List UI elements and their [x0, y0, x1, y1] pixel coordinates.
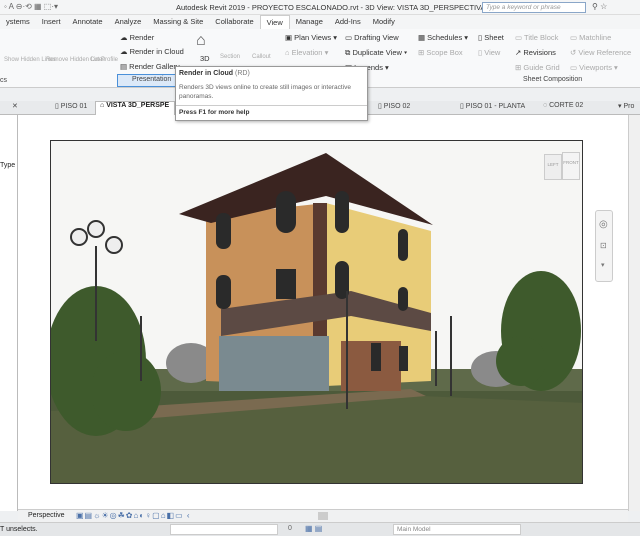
graphics-panel-label: cs — [0, 77, 7, 84]
presentation-panel-label: Presentation — [132, 76, 172, 83]
quick-access-toolbar[interactable]: ◦ A ⊖·⟲ ▦ ⬚·▾ — [4, 2, 58, 11]
tab-manage[interactable]: Manage — [290, 15, 329, 29]
viewports-button[interactable]: ▭ Viewports ▾ — [570, 63, 618, 72]
status-bar: T unselects. 0 ▦ ▤ Main Model — [0, 522, 640, 536]
render-in-cloud-tooltip: Render in Cloud (RD) Renders 3D views on… — [175, 66, 368, 121]
workset-dropdown[interactable] — [170, 524, 278, 535]
binoculars-icon[interactable]: ⚲ ☆ — [592, 2, 607, 11]
tooltip-title: Render in Cloud (RD) — [179, 70, 250, 77]
elevation-button[interactable]: ⌂ Elevation ▾ — [285, 48, 328, 57]
tab-piso-02[interactable]: ▯ PISO 02 — [378, 102, 410, 110]
viewcube[interactable]: LEFT FRONT — [540, 150, 584, 184]
view-reference-button[interactable]: ↺ View Reference — [570, 48, 631, 57]
guide-grid-button[interactable]: ⊞ Guide Grid — [515, 63, 560, 72]
plan-views-button[interactable]: ▣ Plan Views ▾ — [285, 33, 337, 42]
tab-annotate[interactable]: Annotate — [67, 15, 109, 29]
view-control-bar: Perspective ▣▤☼☀◎☘✿⌂◐♀▢⌂◧▭ ‹ — [18, 509, 628, 522]
editable-only-value: 0 — [288, 525, 292, 532]
tooltip-description: Renders 3D views online to create still … — [179, 84, 351, 100]
chevron-down-icon[interactable]: ▾ — [601, 261, 605, 269]
callout-button[interactable]: Callout — [252, 54, 271, 60]
tab-systems[interactable]: ystems — [0, 15, 36, 29]
scope-box-button[interactable]: ⊞ Scope Box — [418, 48, 463, 57]
properties-label: ▾ Pro — [618, 103, 635, 110]
rendered-house-scene — [50, 140, 583, 484]
search-input[interactable]: Type a keyword or phrase — [482, 2, 586, 13]
ribbon-tabs: ystems Insert Annotate Analyze Massing &… — [0, 15, 640, 29]
show-hidden-lines-button[interactable]: Show Hidden Lines — [4, 57, 56, 63]
window-title: Autodesk Revit 2019 - PROYECTO ESCALONAD… — [176, 3, 496, 12]
cut-profile-button[interactable]: Cut Profile — [90, 57, 118, 63]
tooltip-help: Press F1 for more help — [176, 105, 367, 119]
3d-view-button[interactable]: 3D — [200, 54, 210, 63]
tab-vista-3d-label: ⌂ VISTA 3D_PERSPE — [100, 102, 170, 109]
view-button[interactable]: ▯ View — [478, 48, 500, 57]
type-label: Type — [0, 162, 16, 169]
design-option-dropdown[interactable]: Main Model — [393, 524, 521, 535]
tab-analyze[interactable]: Analyze — [109, 15, 148, 29]
design-options-icon[interactable]: ▦ ▤ — [305, 524, 322, 533]
revisions-button[interactable]: ↗ Revisions — [515, 48, 556, 57]
tab-piso-01[interactable]: ▯ PISO 01 — [55, 102, 87, 110]
tab-piso-01-planta[interactable]: ▯ PISO 01 - PLANTA — [460, 102, 525, 110]
sheet-button[interactable]: ▯ Sheet — [478, 33, 504, 42]
render-button[interactable]: ☁ Render — [120, 33, 154, 42]
render-gallery-button[interactable]: ▤ Render Gallery — [120, 62, 180, 71]
duplicate-view-button[interactable]: ⧉ Duplicate View ▾ — [345, 48, 407, 58]
view-mode-label: Perspective — [28, 512, 65, 519]
drafting-view-button[interactable]: ▭ Drafting View — [345, 33, 399, 42]
section-button[interactable]: Section — [220, 54, 240, 60]
title-bar: ◦ A ⊖·⟲ ▦ ⬚·▾ Autodesk Revit 2019 - PROY… — [0, 0, 640, 15]
status-message: T unselects. — [0, 526, 38, 533]
navigation-bar: ◎ ⊡ ▾ — [595, 210, 613, 282]
tab-collaborate[interactable]: Collaborate — [209, 15, 259, 29]
tab-addins[interactable]: Add-Ins — [329, 15, 367, 29]
sheet-composition-label: Sheet Composition — [523, 76, 583, 83]
zoom-icon[interactable]: ⊡ — [600, 241, 607, 250]
viewcube-front-face[interactable]: FRONT — [562, 152, 580, 180]
view-control-icons[interactable]: ▣▤☼☀◎☘✿⌂◐♀▢⌂◧▭ ‹ — [76, 511, 191, 520]
horizontal-scrollbar-thumb[interactable] — [318, 512, 328, 520]
tab-view[interactable]: View — [259, 15, 290, 29]
tab-massing[interactable]: Massing & Site — [147, 15, 209, 29]
matchline-button[interactable]: ▭ Matchline — [570, 33, 611, 42]
render-in-cloud-label: ☁ Render in Cloud — [120, 47, 184, 56]
remove-hidden-lines-button[interactable]: Remove Hidden Lines — [46, 57, 105, 63]
tab-modify[interactable]: Modify — [367, 15, 401, 29]
tab-corte-02[interactable]: ◌ CORTE 02 — [543, 102, 583, 109]
schedules-button[interactable]: ▦ Schedules ▾ — [418, 33, 468, 42]
steering-wheel-icon[interactable]: ◎ — [599, 219, 608, 230]
viewcube-left-face[interactable]: LEFT — [544, 154, 562, 180]
title-block-button[interactable]: ▭ Title Block — [515, 33, 558, 42]
render-label: Render — [129, 33, 155, 42]
tab-insert[interactable]: Insert — [36, 15, 67, 29]
3d-house-icon: ⌂ — [196, 32, 206, 49]
properties-panel-edge — [628, 115, 640, 511]
project-browser-panel[interactable]: Type — [0, 115, 18, 511]
close-tab-icon[interactable]: ✕ — [12, 102, 18, 110]
